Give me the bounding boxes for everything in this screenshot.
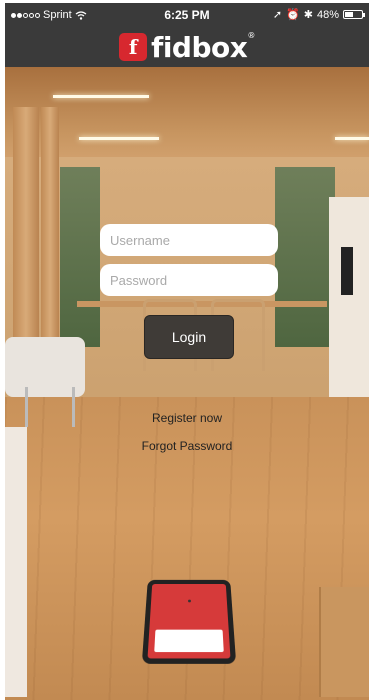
ceiling-light [79, 137, 159, 140]
window [275, 167, 335, 347]
bluetooth-icon: ✱ [303, 9, 313, 21]
battery-icon [343, 10, 365, 19]
forgot-password-link[interactable]: Forgot Password [5, 439, 369, 453]
alarm-icon: ⏰ [286, 9, 300, 21]
username-field[interactable] [100, 224, 278, 256]
sofa [5, 427, 27, 697]
dining-table [77, 301, 327, 307]
password-field[interactable] [100, 264, 278, 296]
device-label [154, 629, 224, 653]
app-header: f fidbox® [5, 27, 369, 67]
logo-text: fidbox® [151, 31, 255, 64]
logo-wordmark: fidbox [151, 30, 248, 64]
battery-percent: 48% [316, 8, 339, 21]
wall-screen [341, 247, 353, 295]
registered-mark: ® [247, 30, 255, 40]
background-scene: Login Register now Forgot Password [5, 67, 369, 700]
fidbox-logo: f fidbox® [119, 31, 255, 64]
status-right: ➚ ⏰ ✱ 48% [272, 8, 365, 21]
status-bar: Sprint 6:25 PM ➚ ⏰ ✱ 48% [5, 3, 369, 27]
window [60, 167, 100, 347]
white-wall [329, 197, 369, 397]
ceiling-light [53, 95, 149, 98]
logo-mark-icon: f [119, 33, 148, 61]
ceiling-light [335, 137, 369, 140]
login-button[interactable]: Login [144, 315, 234, 359]
device-dot [188, 599, 191, 603]
location-arrow-icon: ➚ [272, 9, 283, 21]
phone-screen: Sprint 6:25 PM ➚ ⏰ ✱ 48% f fidbox® Usern… [5, 3, 369, 700]
register-now-link[interactable]: Register now [5, 411, 369, 425]
wooden-box [319, 587, 369, 697]
fidbox-device-image [141, 579, 237, 664]
